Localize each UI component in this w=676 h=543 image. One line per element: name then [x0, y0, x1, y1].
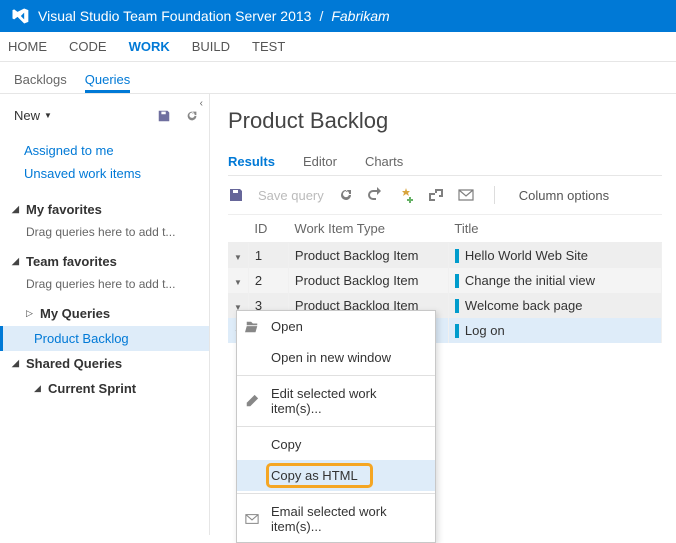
redo-icon[interactable]: [368, 187, 384, 203]
work-sub-tabs: Backlogs Queries: [0, 62, 676, 94]
link-icon[interactable]: [428, 187, 444, 203]
column-options-button[interactable]: Column options: [519, 188, 609, 203]
tree-item-current-sprint[interactable]: ◢Current Sprint: [0, 376, 209, 401]
toolbar-divider: [494, 186, 495, 204]
subtab-backlogs[interactable]: Backlogs: [14, 72, 67, 93]
cell-title: Welcome back page: [448, 293, 661, 318]
link-unsaved-work-items[interactable]: Unsaved work items: [24, 162, 209, 185]
results-toolbar: Save query Column options: [228, 176, 662, 214]
menu-open[interactable]: Open: [237, 311, 435, 342]
row-expand-icon[interactable]: ▼: [234, 278, 242, 287]
breadcrumb-separator: /: [319, 8, 323, 24]
page-title: Product Backlog: [228, 108, 662, 134]
query-tree: ◢My favorites Drag queries here to add t…: [0, 197, 209, 401]
cell-title: Hello World Web Site: [448, 243, 661, 269]
save-query-icon[interactable]: [228, 187, 244, 203]
top-banner: Visual Studio Team Foundation Server 201…: [0, 0, 676, 32]
cell-id: 1: [248, 243, 288, 269]
menu-separator: [237, 426, 435, 427]
sidebar: ‹ New ▼ Assigned to me Unsaved work item…: [0, 94, 210, 535]
open-icon: [245, 320, 259, 334]
col-title[interactable]: Title: [448, 215, 661, 243]
cell-title: Log on: [448, 318, 661, 343]
tree-my-favorites[interactable]: ◢My favorites: [0, 197, 209, 222]
type-color-bar: [455, 299, 459, 313]
cell-title: Change the initial view: [448, 268, 661, 293]
type-color-bar: [455, 249, 459, 263]
col-type[interactable]: Work Item Type: [288, 215, 448, 243]
email-icon[interactable]: [458, 187, 474, 203]
cell-id: 2: [248, 268, 288, 293]
collapse-sidebar-icon[interactable]: ‹: [200, 98, 203, 109]
vs-logo-icon: [10, 6, 30, 26]
col-id[interactable]: ID: [248, 215, 288, 243]
result-tab-results[interactable]: Results: [228, 148, 275, 175]
save-icon[interactable]: [157, 109, 171, 123]
menu-separator: [237, 375, 435, 376]
tab-code[interactable]: CODE: [69, 39, 107, 54]
table-row[interactable]: ▼ 2Product Backlog ItemChange the initial…: [228, 268, 662, 293]
refresh-icon[interactable]: [185, 109, 199, 123]
new-item-icon[interactable]: [398, 187, 414, 203]
tree-shared-queries[interactable]: ◢Shared Queries: [0, 351, 209, 376]
subtab-queries[interactable]: Queries: [85, 72, 131, 93]
row-expand-icon[interactable]: ▼: [234, 253, 242, 262]
menu-email-selected[interactable]: Email selected work item(s)...: [237, 496, 435, 542]
link-assigned-to-me[interactable]: Assigned to me: [24, 139, 209, 162]
menu-edit-selected[interactable]: Edit selected work item(s)...: [237, 378, 435, 424]
team-favorites-hint: Drag queries here to add t...: [0, 274, 209, 301]
cell-type: Product Backlog Item: [288, 243, 448, 269]
tab-test[interactable]: TEST: [252, 39, 285, 54]
cell-type: Product Backlog Item: [288, 268, 448, 293]
product-name: Visual Studio Team Foundation Server 201…: [38, 8, 311, 24]
tree-my-queries[interactable]: ▷My Queries: [0, 301, 209, 326]
table-row[interactable]: ▼ 1Product Backlog ItemHello World Web Si…: [228, 243, 662, 269]
type-color-bar: [455, 324, 459, 338]
project-name[interactable]: Fabrikam: [331, 8, 389, 24]
caret-down-icon: ▼: [44, 111, 52, 120]
pencil-icon: [245, 394, 259, 408]
menu-copy[interactable]: Copy: [237, 429, 435, 460]
new-query-button[interactable]: New ▼: [14, 108, 52, 123]
context-menu: Open Open in new window Edit selected wo…: [236, 310, 436, 543]
menu-open-new-window[interactable]: Open in new window: [237, 342, 435, 373]
my-favorites-hint: Drag queries here to add t...: [0, 222, 209, 249]
result-tabs: Results Editor Charts: [228, 148, 662, 176]
result-tab-editor[interactable]: Editor: [303, 148, 337, 175]
tab-work[interactable]: WORK: [129, 39, 170, 54]
email-icon: [245, 512, 259, 526]
top-nav-tabs: HOME CODE WORK BUILD TEST: [0, 32, 676, 62]
save-query-label: Save query: [258, 188, 324, 203]
new-label: New: [14, 108, 40, 123]
tree-team-favorites[interactable]: ◢Team favorites: [0, 249, 209, 274]
menu-copy-as-html[interactable]: Copy as HTML: [237, 460, 435, 491]
tab-build[interactable]: BUILD: [192, 39, 230, 54]
type-color-bar: [455, 274, 459, 288]
tab-home[interactable]: HOME: [8, 39, 47, 54]
result-tab-charts[interactable]: Charts: [365, 148, 403, 175]
tree-item-product-backlog[interactable]: Product Backlog: [0, 326, 209, 351]
menu-separator: [237, 493, 435, 494]
refresh-results-icon[interactable]: [338, 187, 354, 203]
